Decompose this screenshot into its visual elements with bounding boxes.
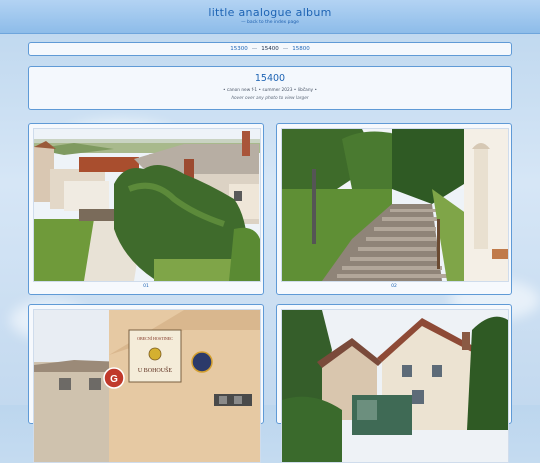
site-header: little analogue album — back to the inde…	[0, 0, 540, 34]
sign-main-text: U BOHOUŠE	[138, 366, 173, 374]
site-title[interactable]: little analogue album	[0, 6, 540, 19]
photo-label[interactable]: 01	[29, 284, 263, 289]
pager-next-link[interactable]: 15800	[292, 46, 310, 52]
pager-separator: —	[282, 46, 289, 52]
photo-card[interactable]: OBECNÍ HOSTINEC U BOHOUŠE G	[28, 304, 264, 463]
sign-top-text: OBECNÍ HOSTINEC	[137, 336, 173, 341]
photo-card[interactable]	[276, 304, 512, 463]
photo-thumbnail[interactable]: OBECNÍ HOSTINEC U BOHOUŠE G	[33, 309, 261, 463]
pager-current: 15400	[261, 46, 279, 52]
photo-thumbnail[interactable]	[33, 128, 261, 282]
pager-prev-link[interactable]: 15300	[230, 46, 248, 52]
photo-label[interactable]: 02	[277, 284, 511, 289]
pager-separator: —	[251, 46, 258, 52]
back-to-index-link[interactable]: — back to the index page	[0, 20, 540, 25]
photo-thumbnail[interactable]	[281, 128, 509, 282]
album-hint: hover over any photo to view larger	[231, 96, 309, 101]
sign-red-text: G	[110, 374, 118, 385]
album-info-panel: 15400 • canon new f-1 • summer 2023 • li…	[28, 66, 512, 110]
photo-thumbnail[interactable]	[281, 309, 509, 463]
album-title: 15400	[254, 73, 286, 84]
photo-card[interactable]: 01	[28, 123, 264, 295]
album-pager: 15300—15400—15800	[28, 42, 512, 56]
album-meta: • canon new f-1 • summer 2023 • libčany …	[222, 88, 317, 93]
photo-card[interactable]: 02	[276, 123, 512, 295]
